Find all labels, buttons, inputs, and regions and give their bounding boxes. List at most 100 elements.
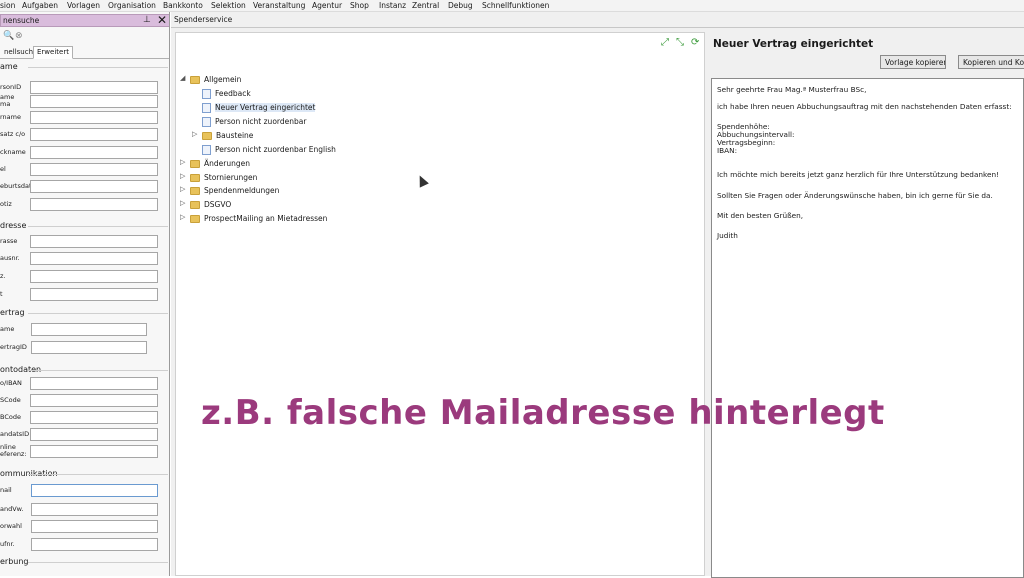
main-tab-strip: Spenderservice: [171, 14, 1024, 28]
group-heading-contract: ertrag: [0, 308, 25, 317]
document-icon: [202, 89, 211, 99]
close-icon[interactable]: ✕: [157, 13, 167, 27]
tree-label: Allgemein: [204, 75, 242, 84]
letter-body[interactable]: Sehr geehrte Frau Mag.ª Musterfrau BSc, i…: [711, 78, 1024, 578]
group-divider: [28, 67, 168, 68]
video-caption: z.B. falsche Mailadresse hinterlegt: [201, 393, 885, 433]
search-field-input[interactable]: [30, 235, 158, 248]
letter-line: ich habe Ihren neuen Abbuchungsauftrag m…: [717, 102, 1012, 111]
menu-item[interactable]: Selektion: [211, 1, 246, 10]
tree-label: Neuer Vertrag eingerichtet: [215, 103, 316, 112]
folder-icon: [190, 201, 200, 209]
collapsed-arrow-icon[interactable]: ▷: [180, 199, 185, 207]
field-label: orwahl: [0, 522, 22, 530]
copy-template-button[interactable]: Vorlage kopieren: [880, 55, 946, 69]
tab-spenderservice[interactable]: Spenderservice: [174, 15, 232, 24]
search-field-input[interactable]: [30, 288, 158, 301]
document-icon: [202, 145, 211, 155]
search-field-input[interactable]: [30, 428, 158, 441]
field-label: ertragID: [0, 343, 27, 351]
expanded-arrow-icon[interactable]: ◢: [180, 74, 185, 82]
tree-label: Person nicht zuordenbar: [215, 117, 307, 126]
expand-all-icon[interactable]: ⤢: [661, 37, 669, 48]
menu-item[interactable]: Shop: [350, 1, 369, 10]
search-field-input[interactable]: [31, 520, 158, 533]
collapsed-arrow-icon[interactable]: ▷: [180, 213, 185, 221]
tree-label: DSGVO: [204, 200, 232, 209]
search-field-input[interactable]: [30, 81, 158, 94]
search-field-input[interactable]: [31, 484, 158, 497]
collapse-all-icon[interactable]: ⤡: [676, 37, 684, 48]
search-field-input[interactable]: [30, 270, 158, 283]
search-panel-title-bar: nensuche ⊥ ✕: [0, 13, 169, 27]
collapsed-arrow-icon[interactable]: ▷: [180, 172, 185, 180]
menu-item[interactable]: Instanz: [379, 1, 406, 10]
template-tree-pane: ⤢ ⤡ ⟳ ◢ Allgemein Feedback Neuer Vertrag ei…: [175, 32, 705, 576]
menu-item[interactable]: Zentral: [412, 1, 439, 10]
field-label: rsonID: [0, 83, 22, 91]
search-field-input[interactable]: [30, 111, 158, 124]
field-label: BCode: [0, 413, 21, 421]
menu-item[interactable]: Organisation: [108, 1, 156, 10]
group-divider: [28, 313, 168, 314]
search-field-input[interactable]: [30, 377, 158, 390]
search-field-input[interactable]: [30, 198, 158, 211]
collapsed-arrow-icon[interactable]: ▷: [180, 158, 185, 166]
main-area: Spenderservice ⤢ ⤡ ⟳ ◢ Allgemein Feedback N…: [171, 12, 1024, 578]
search-field-input[interactable]: [30, 252, 158, 265]
copy-and-contact-button[interactable]: Kopieren und Kont: [958, 55, 1024, 69]
field-label: andatsID: [0, 430, 30, 438]
field-label: ufnr.: [0, 540, 15, 548]
search-field-input[interactable]: [30, 180, 158, 193]
collapsed-arrow-icon[interactable]: ▷: [192, 130, 197, 138]
field-label: nline eferenz:: [0, 443, 27, 458]
letter-line: Ich möchte mich bereits jetzt ganz herzl…: [717, 170, 1000, 179]
search-field-input[interactable]: [31, 503, 158, 516]
search-field-input[interactable]: [30, 146, 158, 159]
tab-advanced[interactable]: Erweitert: [33, 46, 73, 59]
search-field-input[interactable]: [30, 411, 158, 424]
letter-line: Judith: [717, 231, 738, 240]
search-field-input[interactable]: [30, 95, 158, 108]
document-icon: [202, 117, 211, 127]
search-field-input[interactable]: [30, 163, 158, 176]
search-field-input[interactable]: [30, 128, 158, 141]
folder-icon: [190, 215, 200, 223]
search-field-input[interactable]: [30, 394, 158, 407]
search-icon[interactable]: 🔍: [3, 31, 14, 41]
clear-icon[interactable]: ⊗: [15, 31, 23, 41]
menu-item[interactable]: Agentur: [312, 1, 342, 10]
folder-icon: [190, 174, 200, 182]
field-label: ame: [0, 325, 15, 333]
menu-item[interactable]: Aufgaben: [22, 1, 58, 10]
menu-item[interactable]: Veranstaltung: [253, 1, 305, 10]
group-divider: [28, 474, 168, 475]
field-label: SCode: [0, 396, 21, 404]
group-heading-address: dresse: [0, 221, 27, 230]
search-panel: nensuche ⊥ ✕ 🔍 ⊗ nellsuche Erweitert ame…: [0, 12, 170, 576]
template-preview-pane: Neuer Vertrag eingerichtet Vorlage kopie…: [708, 32, 1024, 578]
tree-label: ProspectMailing an Mietadressen: [204, 214, 328, 223]
menu-item[interactable]: Schnellfunktionen: [482, 1, 549, 10]
tree-label: Person nicht zuordenbar English: [215, 145, 336, 154]
group-heading-name: ame: [0, 62, 18, 71]
letter-line: IBAN:: [717, 146, 738, 155]
collapsed-arrow-icon[interactable]: ▷: [180, 185, 185, 193]
pin-icon[interactable]: ⊥: [143, 15, 151, 25]
menu-item[interactable]: Vorlagen: [67, 1, 100, 10]
document-icon: [202, 103, 211, 113]
search-field-input[interactable]: [31, 323, 147, 336]
tree-label: Stornierungen: [204, 173, 258, 182]
template-title: Neuer Vertrag eingerichtet: [713, 38, 874, 50]
field-label: el: [0, 165, 6, 173]
search-field-input[interactable]: [31, 538, 158, 551]
letter-line: Sollten Sie Fragen oder Änderungswünsche…: [717, 191, 993, 200]
menu-item[interactable]: Debug: [448, 1, 473, 10]
search-field-input[interactable]: [31, 341, 147, 354]
field-label: t: [0, 290, 3, 298]
search-field-input[interactable]: [30, 445, 158, 458]
menu-item[interactable]: Bankkonto: [163, 1, 203, 10]
field-label: eburtsdat.: [0, 182, 34, 190]
menu-item[interactable]: sion: [0, 1, 15, 10]
refresh-icon[interactable]: ⟳: [691, 37, 699, 48]
